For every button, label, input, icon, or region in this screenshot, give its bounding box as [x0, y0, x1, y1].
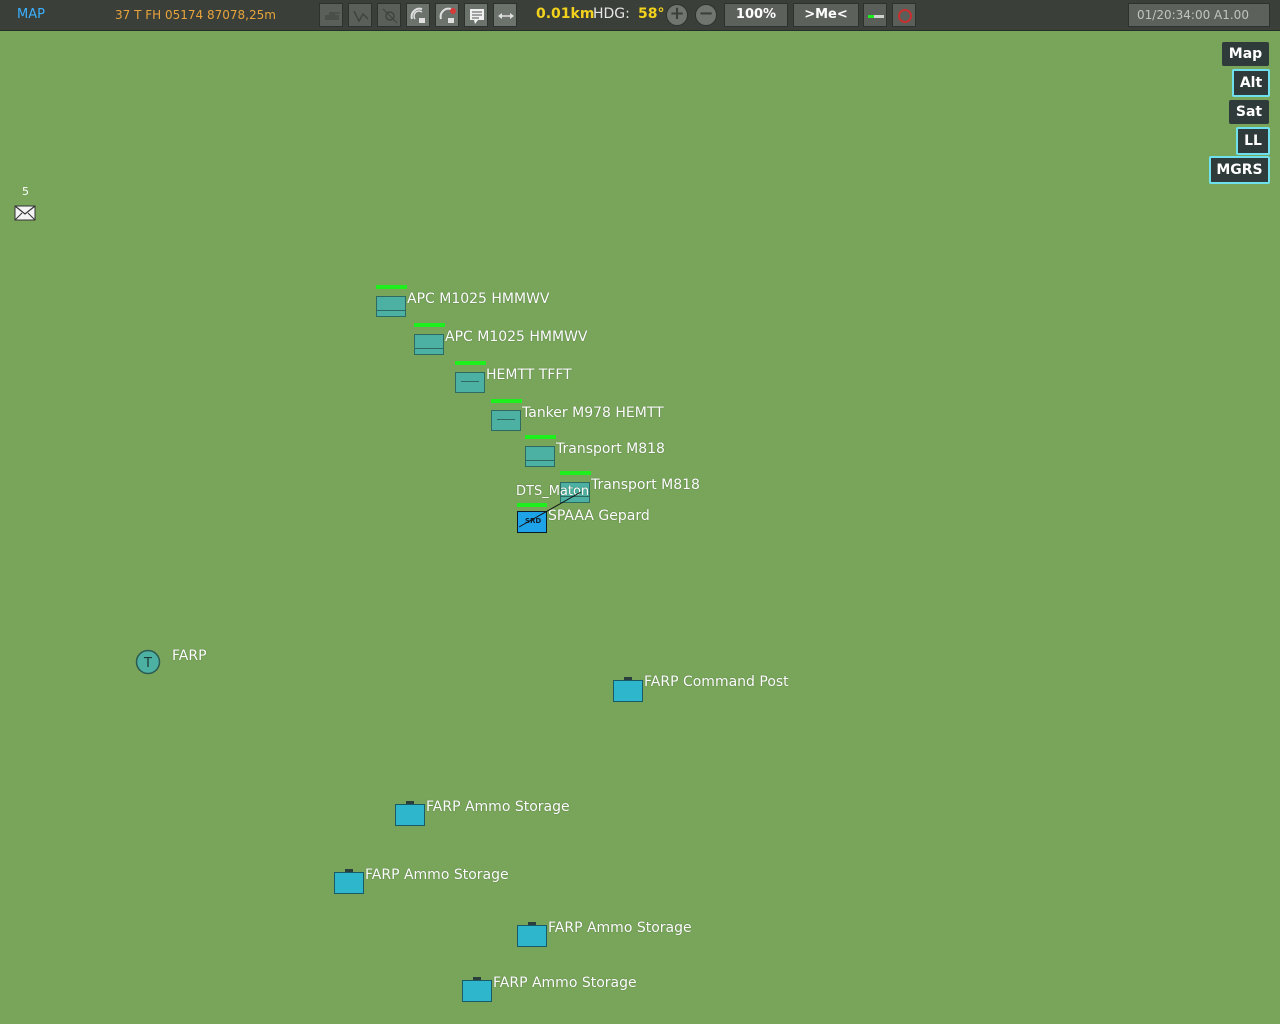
- heading-value: 58°: [638, 6, 665, 22]
- layer-alt-button[interactable]: Alt: [1232, 69, 1270, 97]
- satellite-icon[interactable]: [377, 3, 401, 27]
- ammo-storage-label: FARP Ammo Storage: [548, 920, 692, 936]
- cursor-coordinates: 37 T FH 05174 87078,25m: [115, 8, 276, 22]
- mission-time: 01/20:34:00 A1.00: [1128, 3, 1270, 27]
- command-post-label: FARP Command Post: [644, 674, 789, 690]
- unit-label: Transport M818: [556, 441, 665, 457]
- layer-map-button[interactable]: Map: [1222, 42, 1269, 66]
- ammo-storage-label: FARP Ammo Storage: [365, 867, 509, 883]
- ammo-storage-icon[interactable]: [334, 869, 364, 894]
- unit-apc-icon[interactable]: [376, 296, 406, 317]
- zoom-level-button[interactable]: 100%: [724, 3, 788, 27]
- stop-icon[interactable]: [892, 3, 916, 27]
- unit-label: APC M1025 HMMWV: [407, 291, 550, 307]
- unit-health-bar: [525, 435, 556, 439]
- layer-sat-button[interactable]: Sat: [1229, 100, 1269, 124]
- ammo-storage-label: FARP Ammo Storage: [493, 975, 637, 991]
- zoom-out-icon[interactable]: −: [695, 4, 717, 26]
- zoom-in-icon[interactable]: +: [666, 4, 688, 26]
- ammo-storage-icon[interactable]: [517, 922, 547, 947]
- unit-truck-icon[interactable]: [491, 410, 521, 431]
- layer-ll-button[interactable]: LL: [1236, 127, 1270, 155]
- gauge-icon[interactable]: [863, 3, 887, 27]
- command-post-icon[interactable]: [613, 677, 643, 702]
- unit-health-bar: [560, 471, 591, 475]
- unit-label: APC M1025 HMMWV: [445, 329, 588, 345]
- ruler-icon[interactable]: [493, 3, 517, 27]
- mail-icon[interactable]: [14, 205, 36, 221]
- unit-label: Tanker M978 HEMTT: [522, 405, 664, 421]
- unit-label: SPAAA Gepard: [548, 508, 650, 524]
- distance-readout: 0.01km: [536, 6, 595, 22]
- farp-icon-text: T: [143, 656, 152, 671]
- unit-health-bar: [455, 361, 486, 365]
- heading-label: HDG:: [593, 6, 630, 22]
- farp-label: FARP: [172, 648, 207, 664]
- top-toolbar: MAP 37 T FH 05174 87078,25m 0.01km HDG: …: [0, 0, 1280, 31]
- tank-icon[interactable]: [319, 3, 343, 27]
- unit-health-bar: [414, 323, 445, 327]
- ammo-storage-label: FARP Ammo Storage: [426, 799, 570, 815]
- farp-icon[interactable]: T: [135, 649, 161, 675]
- app-title: MAP: [17, 7, 45, 22]
- unit-health-bar: [491, 399, 522, 403]
- unit-truck-icon[interactable]: [455, 372, 485, 393]
- radar-crossed-icon[interactable]: [435, 3, 459, 27]
- unit-truck-icon[interactable]: [525, 446, 555, 467]
- chat-icon[interactable]: [464, 3, 488, 27]
- route-icon[interactable]: [348, 3, 372, 27]
- ammo-storage-icon[interactable]: [395, 801, 425, 826]
- layer-mgrs-button[interactable]: MGRS: [1209, 156, 1270, 184]
- unit-label: Transport M818: [591, 477, 700, 493]
- unit-health-bar: [376, 285, 407, 289]
- mail-count: 5: [22, 185, 29, 198]
- unit-label: HEMTT TFFT: [486, 367, 572, 383]
- unit-apc-icon[interactable]: [414, 334, 444, 355]
- center-on-me-button[interactable]: >Me<: [793, 3, 859, 27]
- radar-icon[interactable]: [406, 3, 430, 27]
- ammo-storage-icon[interactable]: [462, 977, 492, 1002]
